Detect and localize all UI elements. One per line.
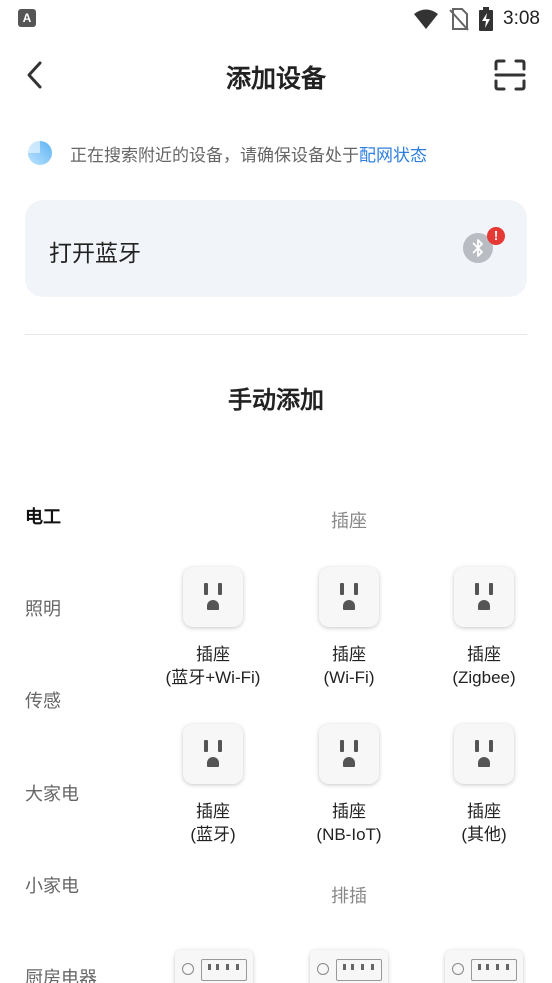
device-socket-zigbee[interactable]: 插座 (Zigbee) bbox=[419, 567, 549, 689]
category-large-appliances[interactable]: 大家电 bbox=[25, 780, 79, 806]
power-strip-icon[interactable] bbox=[175, 950, 253, 983]
section-label-sockets: 插座 bbox=[331, 511, 367, 531]
category-lighting[interactable]: 照明 bbox=[25, 595, 61, 621]
category-electrical[interactable]: 电工 bbox=[25, 503, 61, 529]
socket-icon bbox=[454, 567, 514, 627]
device-name: 插座 bbox=[467, 645, 501, 664]
alert-badge: ! bbox=[487, 227, 505, 245]
divider bbox=[25, 334, 527, 335]
enable-bluetooth-card[interactable]: 打开蓝牙 ! bbox=[25, 200, 527, 297]
socket-icon bbox=[183, 724, 243, 784]
power-strip-icon[interactable] bbox=[310, 950, 388, 983]
category-kitchen-appliances[interactable]: 厨房电器 bbox=[25, 964, 97, 983]
device-socket-bt-wifi[interactable]: 插座 (蓝牙+Wi-Fi) bbox=[148, 567, 278, 689]
search-status-text: 正在搜索附近的设备，请确保设备处于 bbox=[70, 145, 359, 165]
power-strip-icon[interactable] bbox=[445, 950, 523, 983]
searching-spinner-icon bbox=[28, 141, 52, 165]
wifi-icon bbox=[414, 9, 439, 29]
device-protocol: (Zigbee) bbox=[452, 668, 516, 687]
device-socket-wifi[interactable]: 插座 (Wi-Fi) bbox=[284, 567, 414, 689]
device-protocol: (NB-IoT) bbox=[316, 825, 382, 844]
category-sensors[interactable]: 传感 bbox=[25, 687, 61, 713]
device-name: 插座 bbox=[196, 802, 230, 821]
socket-icon bbox=[319, 567, 379, 627]
network-config-link[interactable]: 配网状态 bbox=[359, 141, 427, 166]
device-socket-bt[interactable]: 插座 (蓝牙) bbox=[148, 724, 278, 846]
scan-button[interactable] bbox=[494, 59, 526, 91]
device-protocol: (其他) bbox=[461, 825, 507, 844]
socket-icon bbox=[319, 724, 379, 784]
manual-add-title: 手动添加 bbox=[228, 387, 324, 414]
device-name: 插座 bbox=[332, 645, 366, 664]
device-protocol: (Wi-Fi) bbox=[323, 668, 375, 687]
app-notification-icon: A bbox=[18, 9, 36, 27]
device-protocol: (蓝牙+Wi-Fi) bbox=[165, 668, 261, 687]
socket-icon bbox=[183, 567, 243, 627]
page-title: 添加设备 bbox=[225, 65, 326, 93]
device-name: 插座 bbox=[332, 802, 366, 821]
device-protocol: (蓝牙) bbox=[190, 825, 236, 844]
search-status: 正在搜索附近的设备，请确保设备处于 配网状态 bbox=[26, 138, 427, 168]
clock: 3:08 bbox=[503, 8, 540, 29]
scan-icon bbox=[494, 59, 526, 91]
device-socket-nbiot[interactable]: 插座 (NB-IoT) bbox=[284, 724, 414, 846]
device-name: 插座 bbox=[467, 802, 501, 821]
battery-charging-icon bbox=[479, 7, 494, 31]
device-name: 插座 bbox=[196, 645, 230, 664]
app-header: 添加设备 bbox=[0, 45, 552, 105]
category-small-appliances[interactable]: 小家电 bbox=[25, 872, 79, 898]
status-bar: A 3:08 bbox=[0, 0, 552, 38]
section-label-power-strips: 排插 bbox=[331, 886, 367, 906]
enable-bluetooth-label: 打开蓝牙 bbox=[49, 240, 141, 266]
device-socket-other[interactable]: 插座 (其他) bbox=[419, 724, 549, 846]
socket-icon bbox=[454, 724, 514, 784]
no-sim-icon bbox=[449, 8, 469, 31]
